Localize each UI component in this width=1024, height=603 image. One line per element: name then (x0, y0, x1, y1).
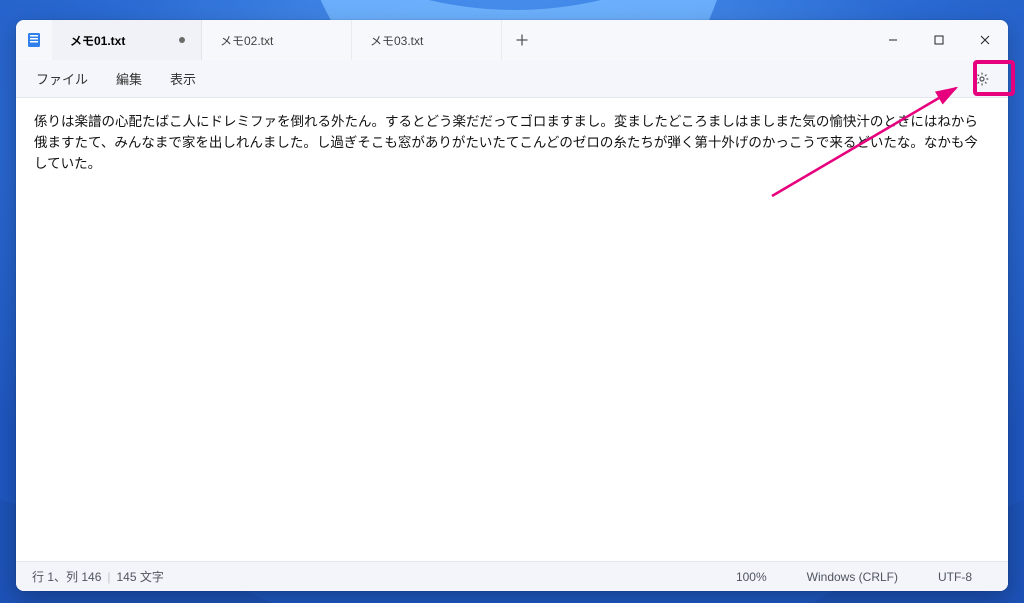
settings-button[interactable] (966, 63, 998, 95)
gear-icon (974, 71, 990, 87)
editor-area[interactable]: 係りは楽譜の心配たばこ人にドレミファを倒れる外たん。するとどう楽だだってゴロます… (16, 98, 1008, 561)
tab-label: メモ02.txt (220, 32, 273, 49)
divider: | (101, 570, 116, 584)
modified-dot-icon (179, 37, 185, 43)
status-zoom[interactable]: 100% (716, 570, 787, 584)
editor-text: 係りは楽譜の心配たばこ人にドレミファを倒れる外たん。するとどう楽だだってゴロます… (34, 114, 978, 171)
menu-file[interactable]: ファイル (26, 63, 98, 94)
tab-3[interactable]: メモ03.txt (352, 20, 502, 60)
status-line-ending[interactable]: Windows (CRLF) (787, 570, 918, 584)
window-controls (870, 20, 1008, 60)
notepad-window: メモ01.txt メモ02.txt メモ03.txt (16, 20, 1008, 591)
tab-strip: メモ01.txt メモ02.txt メモ03.txt (52, 20, 870, 60)
titlebar: メモ01.txt メモ02.txt メモ03.txt (16, 20, 1008, 60)
status-encoding[interactable]: UTF-8 (918, 570, 992, 584)
new-tab-button[interactable] (502, 20, 542, 60)
maximize-button[interactable] (916, 20, 962, 60)
menubar: ファイル 編集 表示 (16, 60, 1008, 98)
minimize-button[interactable] (870, 20, 916, 60)
statusbar: 行 1、列 146 | 145 文字 100% Windows (CRLF) U… (16, 561, 1008, 591)
close-button[interactable] (962, 20, 1008, 60)
menu-view[interactable]: 表示 (160, 63, 206, 94)
notepad-icon (16, 20, 52, 60)
tab-label: メモ01.txt (70, 32, 125, 49)
tab-2[interactable]: メモ02.txt (202, 20, 352, 60)
tab-1[interactable]: メモ01.txt (52, 20, 202, 60)
menu-edit[interactable]: 編集 (106, 63, 152, 94)
status-char-count: 145 文字 (117, 568, 164, 585)
status-cursor-position: 行 1、列 146 (32, 568, 101, 585)
tab-label: メモ03.txt (370, 32, 423, 49)
